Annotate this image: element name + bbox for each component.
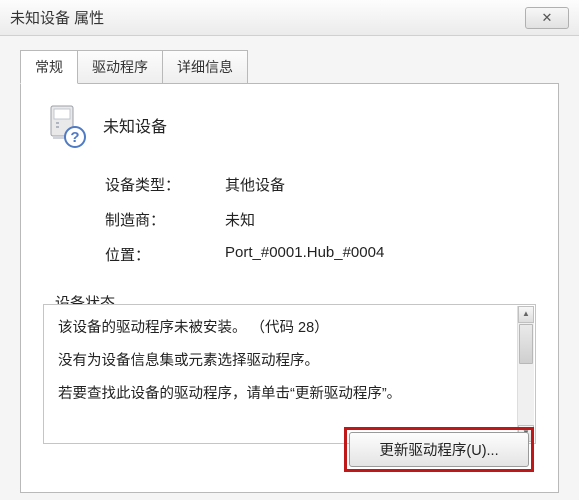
manufacturer-label: 制造商： bbox=[105, 209, 225, 230]
info-row-manufacturer: 制造商： 未知 bbox=[105, 209, 536, 230]
device-type-label: 设备类型： bbox=[105, 174, 225, 195]
tab-details[interactable]: 详细信息 bbox=[163, 50, 248, 83]
update-driver-button[interactable]: 更新驱动程序(U)... bbox=[349, 432, 529, 467]
titlebar: 未知设备 属性 ✕ bbox=[0, 0, 579, 36]
info-row-type: 设备类型： 其他设备 bbox=[105, 174, 536, 195]
tab-general[interactable]: 常规 bbox=[20, 50, 78, 84]
location-label: 位置： bbox=[105, 244, 225, 265]
scroll-up-icon[interactable]: ▲ bbox=[518, 306, 534, 323]
status-line-3: 若要查找此设备的驱动程序，请单击“更新驱动程序”。 bbox=[58, 385, 517, 404]
status-line-2: 没有为设备信息集或元素选择驱动程序。 bbox=[58, 352, 517, 371]
update-driver-highlight: 更新驱动程序(U)... bbox=[344, 427, 534, 472]
scroll-thumb[interactable] bbox=[519, 324, 533, 364]
window-title: 未知设备 属性 bbox=[10, 7, 104, 28]
info-row-location: 位置： Port_#0001.Hub_#0004 bbox=[105, 244, 536, 265]
device-status-group: 设备状态 该设备的驱动程序未被安装。 （代码 28） 没有为设备信息集或元素选择… bbox=[43, 283, 536, 444]
close-icon: ✕ bbox=[542, 10, 553, 26]
client-area: 常规 驱动程序 详细信息 ? 未知设备 bbox=[0, 36, 579, 500]
properties-window: 未知设备 属性 ✕ 常规 驱动程序 详细信息 ? bbox=[0, 0, 579, 500]
tab-strip: 常规 驱动程序 详细信息 bbox=[20, 50, 559, 83]
tab-driver[interactable]: 驱动程序 bbox=[78, 50, 163, 83]
manufacturer-value: 未知 bbox=[225, 209, 536, 230]
device-header: ? 未知设备 bbox=[43, 102, 536, 148]
location-value: Port_#0001.Hub_#0004 bbox=[225, 244, 536, 265]
info-grid: 设备类型： 其他设备 制造商： 未知 位置： Port_#0001.Hub_#0… bbox=[105, 174, 536, 265]
tab-panel-general: ? 未知设备 设备类型： 其他设备 制造商： 未知 位置： Port_#0001… bbox=[20, 83, 559, 493]
device-status-textbox[interactable]: 该设备的驱动程序未被安装。 （代码 28） 没有为设备信息集或元素选择驱动程序。… bbox=[43, 304, 536, 444]
device-type-value: 其他设备 bbox=[225, 174, 536, 195]
close-button[interactable]: ✕ bbox=[525, 7, 569, 29]
svg-text:?: ? bbox=[70, 129, 79, 146]
status-line-1: 该设备的驱动程序未被安装。 （代码 28） bbox=[58, 319, 517, 338]
unknown-device-icon: ? bbox=[43, 102, 89, 148]
status-scrollbar[interactable]: ▲ ▼ bbox=[517, 306, 534, 442]
device-name: 未知设备 bbox=[103, 113, 167, 137]
